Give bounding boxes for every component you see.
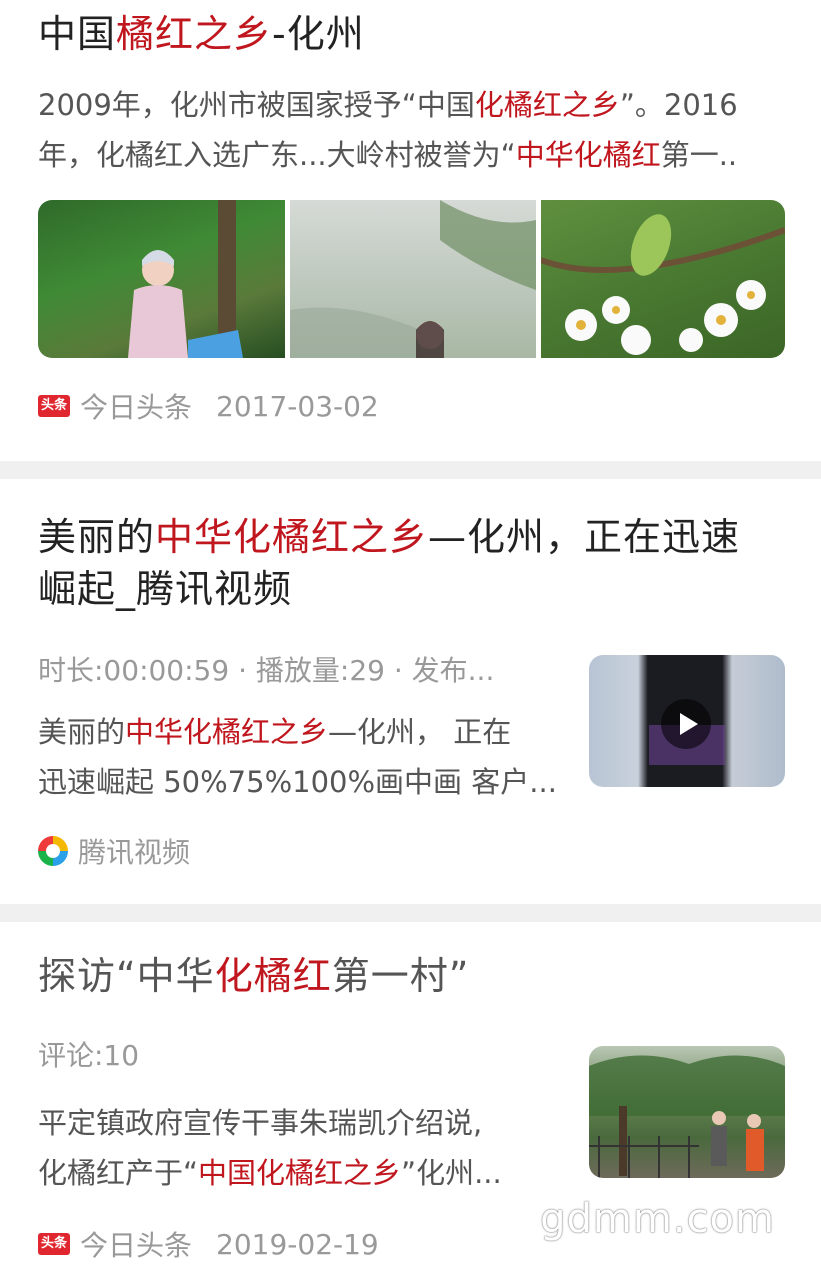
play-icon[interactable] [661,699,711,749]
result-title[interactable]: 探访“中华化橘红第一村” [38,950,469,1002]
result-card-1[interactable]: 中国橘红之乡-化州 2009年，化州市被国家授予“中国化橘红之乡”。2016 年… [0,0,821,460]
separator [0,904,821,922]
result-meta: 评论:10 [38,1039,140,1072]
result-source: 头条 今日头条 2019-02-19 [38,1224,379,1264]
result-snippet: 美丽的中华化橘红之乡—化州， 正在 迅速崛起 50%75%100%画中画 客户.… [38,715,557,799]
result-snippet: 2009年，化州市被国家授予“中国化橘红之乡”。2016 年，化橘红入选广东..… [38,88,738,172]
result-title[interactable]: 中国橘红之乡-化州 [38,8,365,60]
tencent-video-logo-icon [38,836,68,866]
toutiao-logo-icon: 头条 [38,395,70,417]
result-date: 2017-03-02 [216,389,379,423]
result-card-2[interactable]: 美丽的中华化橘红之乡—化州，正在迅速 崛起_腾讯视频 时长:00:00:59 ·… [0,479,821,902]
result-image-girl-forest[interactable] [38,200,285,358]
article-thumbnail-village[interactable] [589,1046,785,1178]
result-image-foggy-path[interactable] [290,200,536,358]
watermark: gdmm.com [540,1196,775,1242]
toutiao-logo-icon: 头条 [38,1233,70,1255]
result-meta: 时长:00:00:59 · 播放量:29 · 发布... [38,654,495,687]
video-thumbnail[interactable] [589,655,785,787]
result-date: 2019-02-19 [216,1227,379,1261]
result-image-citrus-flowers[interactable] [541,200,785,358]
result-source: 头条 今日头条 2017-03-02 [38,386,379,426]
result-snippet: 平定镇政府宣传干事朱瑞凯介绍说, 化橘红产于“中国化橘红之乡”化州... [38,1106,502,1190]
result-source: 腾讯视频 [38,831,190,871]
separator [0,461,821,479]
result-title[interactable]: 美丽的中华化橘红之乡—化州，正在迅速 崛起_腾讯视频 [38,511,740,615]
